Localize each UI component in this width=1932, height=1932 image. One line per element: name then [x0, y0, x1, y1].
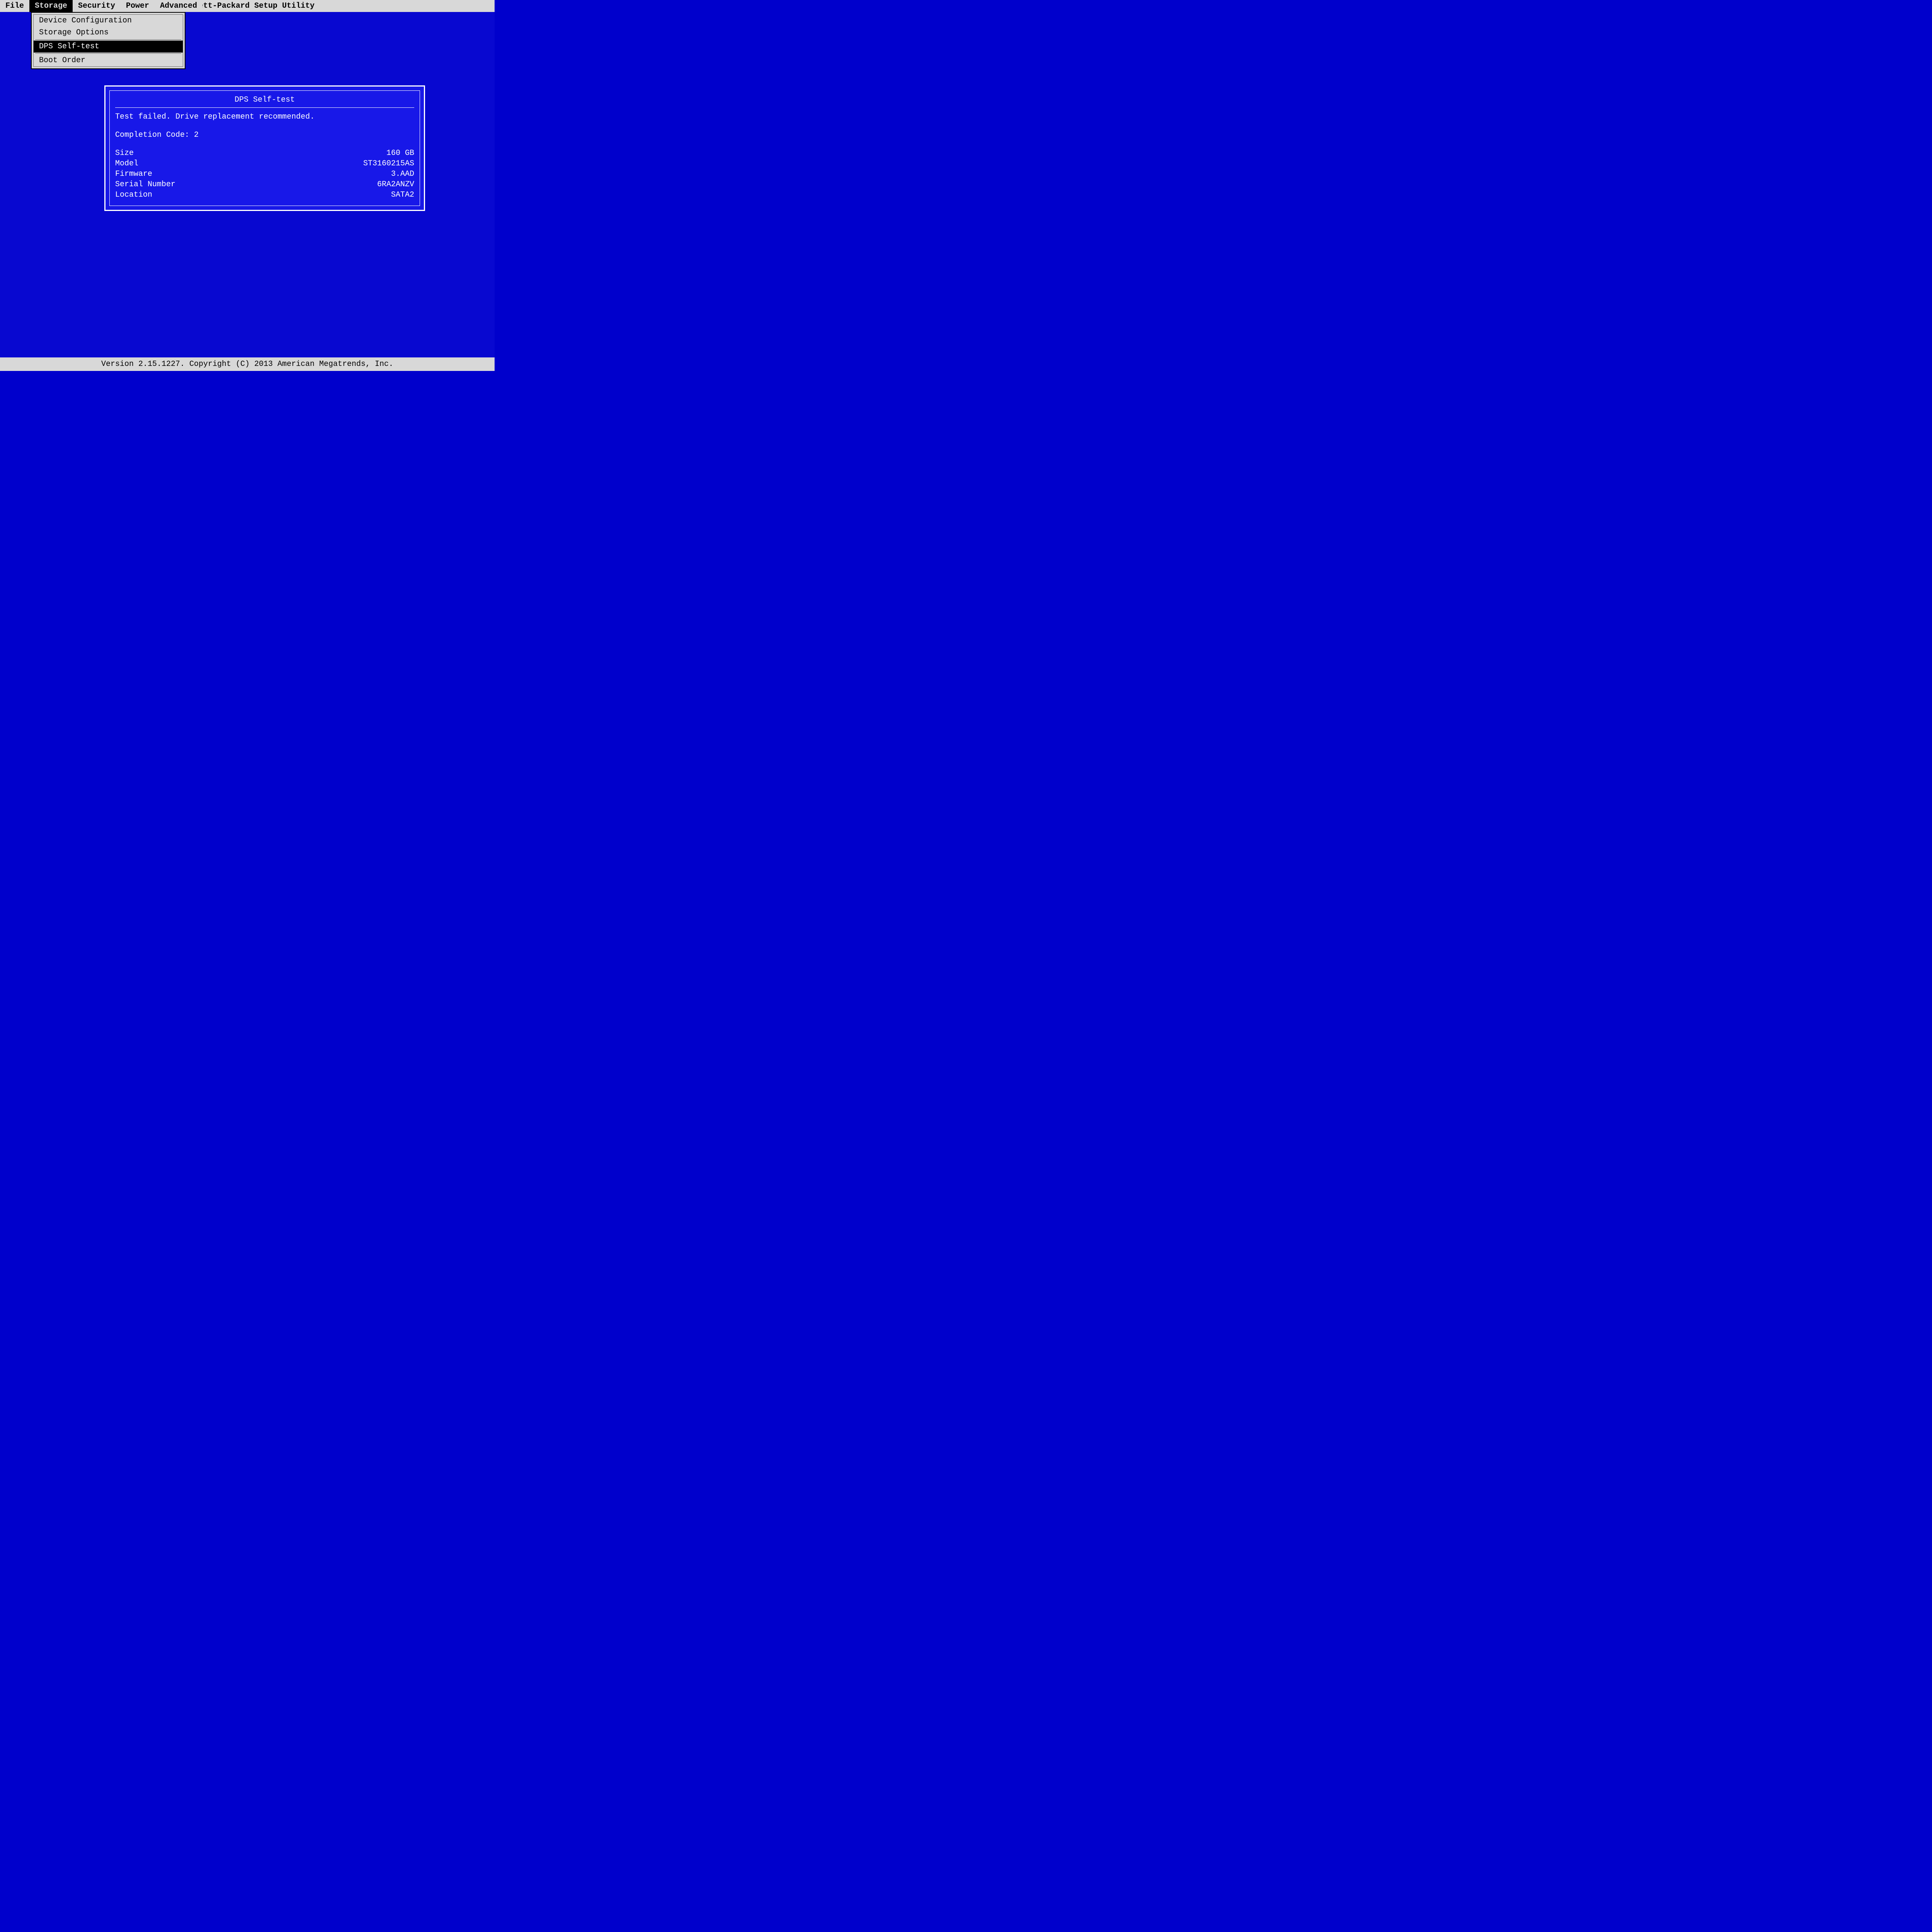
title-bar: File Storage Security Power Advanced Hew…	[0, 0, 495, 12]
dropdown-dps-self-test[interactable]: DPS Self-test	[34, 41, 183, 53]
detail-label: Size	[115, 149, 134, 158]
detail-firmware: Firmware 3.AAD	[115, 169, 414, 179]
detail-value: 160 GB	[386, 149, 414, 158]
menu-advanced[interactable]: Advanced	[155, 0, 202, 12]
menu-file[interactable]: File	[0, 0, 29, 12]
dropdown-device-configuration[interactable]: Device Configuration	[34, 15, 183, 27]
dropdown-separator	[35, 39, 181, 40]
detail-label: Firmware	[115, 170, 152, 179]
detail-location: Location SATA2	[115, 190, 414, 200]
menu-security[interactable]: Security	[73, 0, 121, 12]
detail-serial-number: Serial Number 6RA2ANZV	[115, 179, 414, 190]
dropdown-storage-options[interactable]: Storage Options	[34, 27, 183, 39]
storage-dropdown: Device Configuration Storage Options DPS…	[31, 12, 185, 69]
detail-value: SATA2	[391, 190, 414, 199]
dialog-title: DPS Self-test	[115, 94, 414, 107]
detail-value: 6RA2ANZV	[377, 180, 414, 189]
dialog-separator	[115, 107, 414, 108]
completion-code: Completion Code: 2	[115, 130, 414, 140]
detail-size: Size 160 GB	[115, 148, 414, 158]
detail-value: 3.AAD	[391, 170, 414, 179]
menu-bar: File Storage Security Power Advanced	[0, 0, 202, 12]
main-area: Device Configuration Storage Options DPS…	[0, 12, 495, 357]
dps-self-test-dialog: DPS Self-test Test failed. Drive replace…	[104, 85, 425, 211]
detail-label: Location	[115, 190, 152, 199]
detail-model: Model ST3160215AS	[115, 158, 414, 169]
bios-screen: File Storage Security Power Advanced Hew…	[0, 0, 495, 371]
detail-label: Model	[115, 159, 138, 168]
detail-label: Serial Number	[115, 180, 175, 189]
menu-power[interactable]: Power	[121, 0, 155, 12]
dropdown-separator	[35, 53, 181, 54]
status-line: Test failed. Drive replacement recommend…	[115, 112, 414, 122]
footer-bar: Version 2.15.1227. Copyright (C) 2013 Am…	[0, 357, 495, 371]
dropdown-boot-order[interactable]: Boot Order	[34, 54, 183, 66]
menu-storage[interactable]: Storage	[29, 0, 73, 12]
detail-value: ST3160215AS	[363, 159, 414, 168]
